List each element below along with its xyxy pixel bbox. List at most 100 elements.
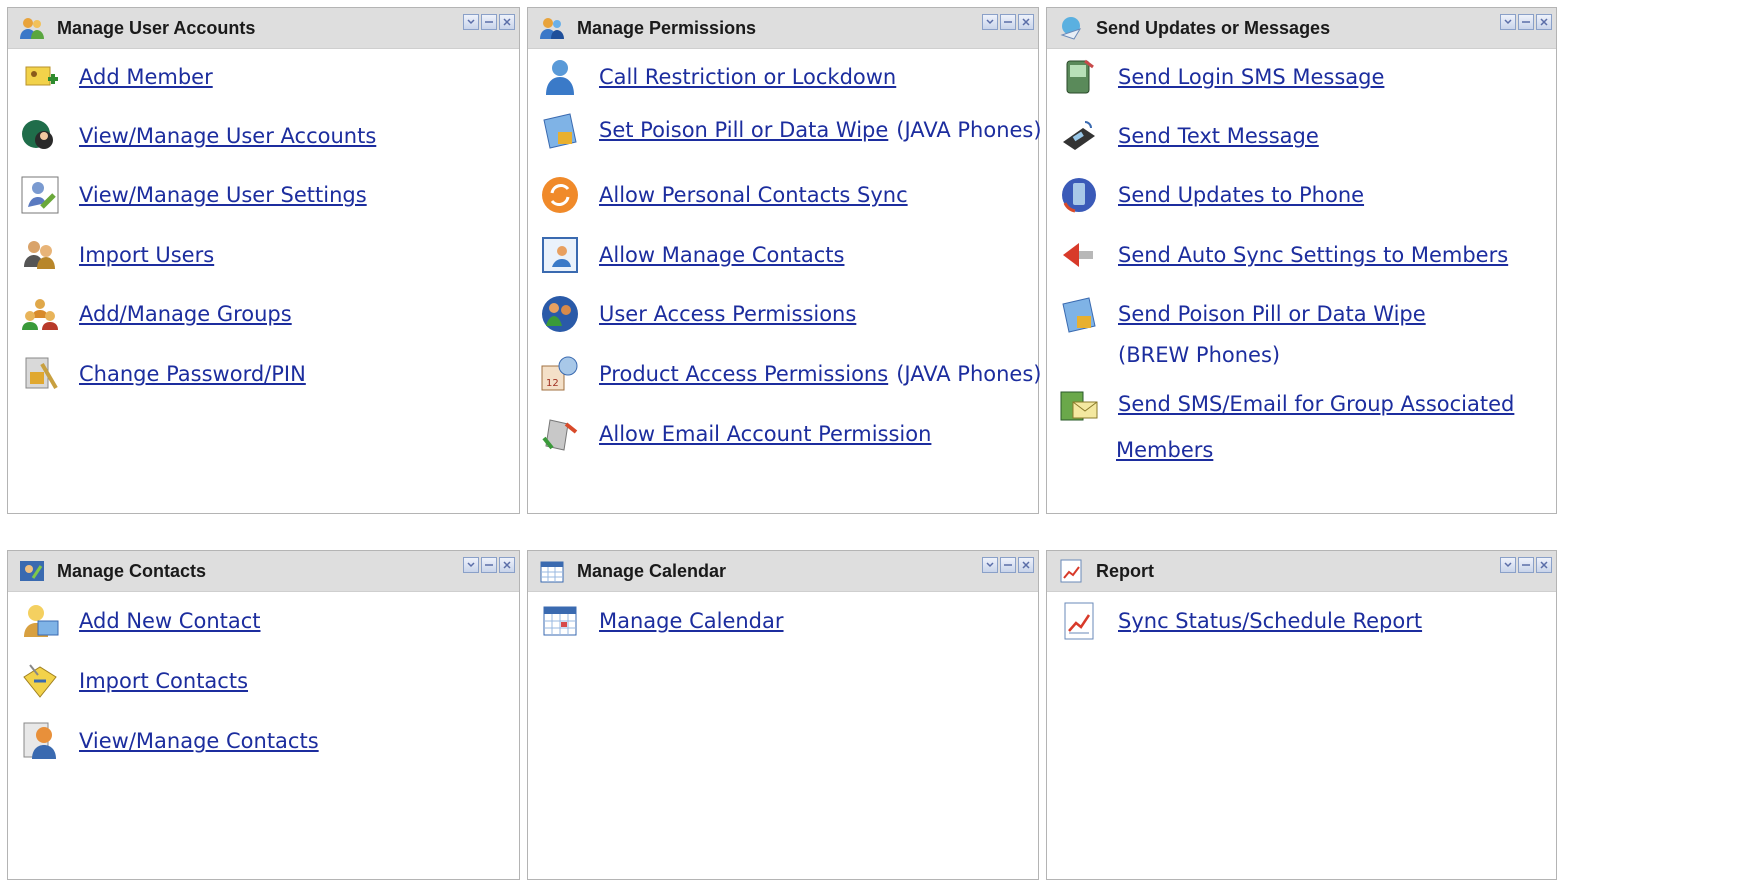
change-password-pin-link[interactable]: Change Password/PIN xyxy=(79,362,306,386)
list-item: Send Text Message xyxy=(1059,116,1319,156)
panel-title: Manage User Accounts xyxy=(57,17,256,38)
list-item: View/Manage User Settings xyxy=(20,175,367,215)
report-icon xyxy=(1060,559,1082,583)
panel-header: Manage Contacts xyxy=(8,551,519,592)
window-minimize-icon[interactable] xyxy=(1518,14,1534,30)
add-manage-groups-link[interactable]: Add/Manage Groups xyxy=(79,302,292,326)
window-minimize-icon[interactable] xyxy=(481,557,497,573)
window-minimize-icon[interactable] xyxy=(1000,14,1016,30)
send-message-icon xyxy=(1060,17,1082,40)
panel-title: Manage Permissions xyxy=(577,17,757,38)
send-updates-to-phone-link[interactable]: Send Updates to Phone xyxy=(1118,183,1364,207)
svg-text:12: 12 xyxy=(546,378,559,389)
import-contacts-link[interactable]: Import Contacts xyxy=(79,669,248,693)
window-close-icon[interactable] xyxy=(499,14,515,30)
window-minimize-icon[interactable] xyxy=(1518,557,1534,573)
call-restriction-link[interactable]: Call Restriction or Lockdown xyxy=(599,65,896,89)
window-close-icon[interactable] xyxy=(1536,557,1552,573)
import-users-link[interactable]: Import Users xyxy=(79,243,214,267)
panel-send-updates: Send Updates or Messages Send Login SMS … xyxy=(1046,7,1557,514)
text-message-icon xyxy=(1063,121,1095,150)
window-restore-icon[interactable] xyxy=(1500,14,1516,30)
panel-header: Send Updates or Messages xyxy=(1047,8,1556,49)
sync-icon xyxy=(542,177,578,213)
window-restore-icon[interactable] xyxy=(1500,557,1516,573)
list-item: Import Users xyxy=(20,235,214,275)
panel-title: Report xyxy=(1096,560,1154,581)
add-member-link[interactable]: Add Member xyxy=(79,65,213,89)
manage-calendar-link[interactable]: Manage Calendar xyxy=(599,609,784,633)
list-item: Send Poison Pill or Data Wipe xyxy=(1059,294,1426,334)
panel-title: Send Updates or Messages xyxy=(1096,17,1331,38)
send-sms-email-group-link[interactable]: Send SMS/Email for Group Associated xyxy=(1118,392,1514,416)
window-close-icon[interactable] xyxy=(1536,14,1552,30)
window-close-icon[interactable] xyxy=(1018,14,1034,30)
list-item: Import Contacts xyxy=(20,661,248,701)
window-restore-icon[interactable] xyxy=(982,557,998,573)
users-icon xyxy=(20,18,44,39)
manage-contacts-icon xyxy=(542,237,578,273)
call-restriction-icon xyxy=(546,60,574,95)
set-poison-pill-link[interactable]: Set Poison Pill or Data Wipe xyxy=(599,118,888,142)
view-manage-contacts-link[interactable]: View/Manage Contacts xyxy=(79,729,319,753)
send-sms-email-group-link-continued[interactable]: Members xyxy=(1116,438,1213,462)
panel-manage-calendar: Manage Calendar Manage Calendar xyxy=(527,550,1039,880)
login-sms-icon xyxy=(1066,59,1094,94)
list-item: Set Poison Pill or Data Wipe (JAVA Phone… xyxy=(540,110,1042,150)
view-contacts-icon xyxy=(23,722,56,759)
send-text-message-link[interactable]: Send Text Message xyxy=(1118,124,1319,148)
window-restore-icon[interactable] xyxy=(463,557,479,573)
list-item: Add Member xyxy=(20,57,213,97)
view-manage-user-accounts-link[interactable]: View/Manage User Accounts xyxy=(79,124,376,148)
phone-update-icon xyxy=(1062,178,1096,213)
contacts-icon xyxy=(20,561,44,581)
allow-email-account-permission-link[interactable]: Allow Email Account Permission xyxy=(599,422,931,446)
product-access-permissions-link[interactable]: Product Access Permissions xyxy=(599,362,888,386)
group-email-icon xyxy=(1060,391,1098,421)
panel-header: Report xyxy=(1047,551,1556,592)
panel-report: Report Sync Status/Schedule Report xyxy=(1046,550,1557,880)
sync-status-schedule-report-link[interactable]: Sync Status/Schedule Report xyxy=(1118,609,1422,633)
list-item: Add/Manage Groups xyxy=(20,294,292,334)
users-permissions-icon xyxy=(540,18,564,39)
java-phones-note: (JAVA Phones) xyxy=(896,362,1042,386)
list-item: Send Auto Sync Settings to Members xyxy=(1059,235,1508,275)
window-restore-icon[interactable] xyxy=(463,14,479,30)
calendar-icon xyxy=(540,561,564,583)
auto-sync-icon xyxy=(1063,243,1093,267)
poison-pill-icon xyxy=(543,113,577,149)
panel-title: Manage Calendar xyxy=(577,560,727,581)
panel-manage-contacts: Manage Contacts Add New Contact Import C… xyxy=(7,550,520,880)
groups-icon xyxy=(22,299,58,330)
email-permission-icon xyxy=(542,419,578,451)
window-minimize-icon[interactable] xyxy=(481,14,497,30)
add-member-icon xyxy=(25,66,58,86)
panel-manage-user-accounts: Manage User Accounts Add Member View/Man… xyxy=(7,7,520,514)
view-manage-user-settings-link[interactable]: View/Manage User Settings xyxy=(79,183,367,207)
list-item: Change Password/PIN xyxy=(20,354,306,394)
window-close-icon[interactable] xyxy=(1018,557,1034,573)
list-item: View/Manage User Accounts xyxy=(20,116,376,156)
product-access-icon: 12 xyxy=(541,356,578,391)
panel-title: Manage Contacts xyxy=(57,560,207,581)
allow-manage-contacts-link[interactable]: Allow Manage Contacts xyxy=(599,243,844,267)
send-auto-sync-settings-link[interactable]: Send Auto Sync Settings to Members xyxy=(1118,243,1508,267)
list-item: Allow Manage Contacts xyxy=(540,235,844,275)
import-users-icon xyxy=(24,241,55,269)
send-poison-pill-link[interactable]: Send Poison Pill or Data Wipe xyxy=(1118,302,1426,326)
list-item: Allow Email Account Permission xyxy=(540,414,931,454)
panel-header: Manage User Accounts xyxy=(8,8,519,49)
window-restore-icon[interactable] xyxy=(982,14,998,30)
list-item: Send Login SMS Message xyxy=(1059,57,1384,97)
list-item: Send Updates to Phone xyxy=(1059,175,1364,215)
allow-personal-contacts-sync-link[interactable]: Allow Personal Contacts Sync xyxy=(599,183,908,207)
window-minimize-icon[interactable] xyxy=(1000,557,1016,573)
window-close-icon[interactable] xyxy=(499,557,515,573)
panel-header: Manage Permissions xyxy=(528,8,1038,49)
list-item: Send SMS/Email for Group Associated xyxy=(1059,384,1514,424)
list-item: View/Manage Contacts xyxy=(20,721,319,761)
add-new-contact-link[interactable]: Add New Contact xyxy=(79,609,261,633)
send-login-sms-link[interactable]: Send Login SMS Message xyxy=(1118,65,1384,89)
panel-manage-permissions: Manage Permissions Call Restriction or L… xyxy=(527,7,1042,514)
user-access-permissions-link[interactable]: User Access Permissions xyxy=(599,302,856,326)
